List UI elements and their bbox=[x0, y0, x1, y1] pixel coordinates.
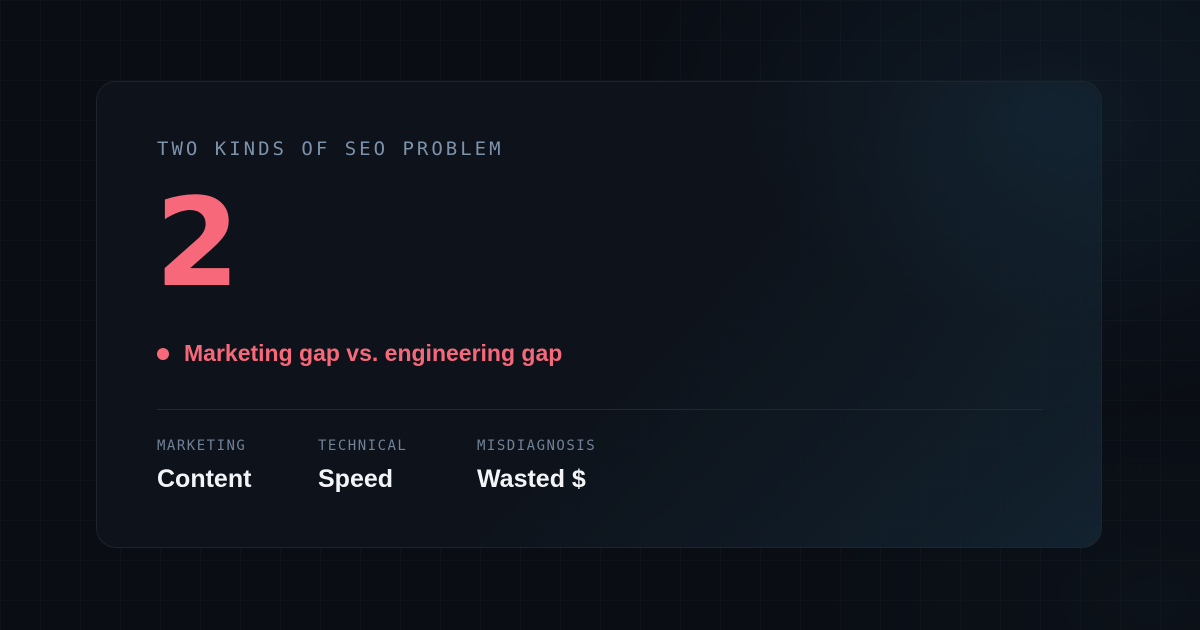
tagline-text: Marketing gap vs. engineering gap bbox=[184, 340, 563, 366]
stat-misdiagnosis: MISDIAGNOSIS Wasted $ bbox=[477, 438, 596, 494]
stat-value: Wasted $ bbox=[477, 465, 586, 493]
card-eyebrow: TWO KINDS OF SEO PROBLEM bbox=[157, 138, 504, 160]
divider bbox=[157, 409, 1043, 410]
stat-value: Speed bbox=[318, 465, 394, 493]
stat-card: TWO KINDS OF SEO PROBLEM 2 Marketing gap… bbox=[96, 81, 1102, 548]
stat-label: MARKETING bbox=[157, 438, 247, 454]
stat-label: TECHNICAL bbox=[318, 438, 408, 454]
tagline: Marketing gap vs. engineering gap bbox=[157, 340, 562, 367]
stat-technical: TECHNICAL Speed bbox=[318, 438, 407, 494]
stat-label: MISDIAGNOSIS bbox=[477, 438, 597, 454]
stat-value: Content bbox=[157, 465, 252, 493]
stat-marketing: MARKETING Content bbox=[157, 438, 251, 494]
big-number: 2 bbox=[155, 172, 240, 314]
bullet-dot-icon bbox=[157, 347, 169, 360]
